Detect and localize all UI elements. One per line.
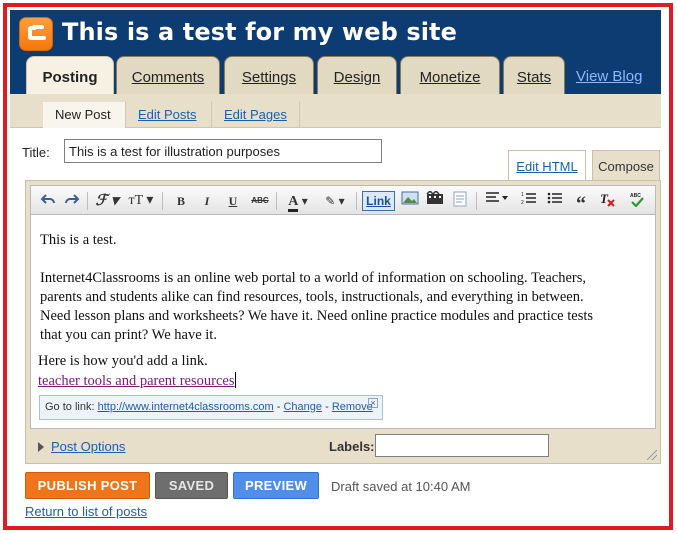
- svg-text:ABC: ABC: [630, 193, 641, 199]
- text-color-icon[interactable]: A ▾: [283, 191, 313, 212]
- title-label: Title:: [22, 145, 50, 160]
- blogger-logo-icon[interactable]: [19, 17, 53, 51]
- toolbar-separator: [162, 192, 163, 210]
- change-link[interactable]: Change: [283, 401, 322, 413]
- toolbar-separator: [356, 192, 357, 210]
- bubble-sep: -: [276, 401, 281, 413]
- link-button[interactable]: Link: [362, 191, 395, 211]
- subnav-edit-posts[interactable]: Edit Posts: [125, 102, 209, 128]
- remove-link[interactable]: Remove: [332, 401, 373, 413]
- tab-settings[interactable]: Settings: [224, 56, 314, 94]
- tab-stats[interactable]: Stats: [503, 56, 565, 94]
- bubble-sep: -: [325, 401, 329, 413]
- bullet-list-icon[interactable]: [545, 191, 565, 211]
- draft-status: Draft saved at 10:40 AM: [331, 479, 471, 494]
- link-bubble: Go to link: http://www.internet4classroo…: [39, 395, 383, 420]
- remove-formatting-icon[interactable]: T: [597, 191, 617, 211]
- tab-posting[interactable]: Posting: [26, 56, 114, 96]
- tab-monetize[interactable]: Monetize: [400, 56, 500, 94]
- return-to-posts-link[interactable]: Return to list of posts: [25, 504, 147, 519]
- post-options-link[interactable]: Post Options: [51, 439, 125, 454]
- editor-content-area[interactable]: This is a test. Internet4Classrooms is a…: [30, 215, 656, 429]
- highlight-icon[interactable]: ✎ ▾: [319, 191, 351, 211]
- toolbar-separator: [476, 192, 477, 210]
- editor-paragraph: Here is how you'd add a link.: [38, 353, 208, 369]
- italic-icon[interactable]: I: [199, 191, 215, 211]
- post-editor: ℱ ▾ ᴛT ▾ B I U ABC A ▾ ✎ ▾ Link 12 “ T A…: [25, 180, 661, 464]
- publish-post-button[interactable]: PUBLISH POST: [25, 472, 150, 499]
- text-caret: [235, 372, 237, 388]
- labels-input[interactable]: [375, 434, 549, 457]
- subnav-edit-pages[interactable]: Edit Pages: [211, 102, 299, 128]
- undo-icon[interactable]: [39, 191, 57, 211]
- image-icon[interactable]: [400, 191, 420, 211]
- go-to-link-label: Go to link:: [45, 401, 95, 413]
- editor-toolbar: ℱ ▾ ᴛT ▾ B I U ABC A ▾ ✎ ▾ Link 12 “ T A…: [30, 185, 656, 215]
- bold-icon[interactable]: B: [173, 191, 189, 211]
- subnav-new-post[interactable]: New Post: [43, 102, 125, 128]
- toolbar-separator: [87, 192, 88, 210]
- saved-button[interactable]: SAVED: [155, 472, 228, 499]
- svg-text:2: 2: [521, 200, 524, 205]
- post-title-input[interactable]: [64, 139, 382, 163]
- toolbar-separator: [276, 192, 277, 210]
- editor-paragraph: Internet4Classrooms is an online web por…: [40, 270, 594, 343]
- svg-text:1: 1: [521, 192, 524, 198]
- labels-label: Labels:: [329, 439, 375, 454]
- underline-icon[interactable]: U: [225, 191, 241, 211]
- tab-edit-html[interactable]: Edit HTML: [508, 150, 586, 181]
- preview-button[interactable]: PREVIEW: [233, 472, 319, 499]
- tab-compose[interactable]: Compose: [592, 150, 660, 181]
- hyperlink-text[interactable]: teacher tools and parent resources: [38, 373, 234, 389]
- quote-icon[interactable]: “: [571, 191, 591, 215]
- subnav-divider: [299, 102, 300, 128]
- link-url[interactable]: http://www.internet4classrooms.com: [98, 401, 274, 413]
- blog-title: This is a test for my web site: [62, 18, 457, 46]
- tab-comments[interactable]: Comments: [116, 56, 220, 94]
- strikethrough-icon[interactable]: ABC: [249, 191, 271, 211]
- close-icon[interactable]: ×: [368, 398, 378, 408]
- align-icon[interactable]: [483, 191, 511, 211]
- expand-triangle-icon[interactable]: [38, 442, 44, 452]
- editor-footer: Post Options Labels:: [26, 431, 660, 463]
- numbered-list-icon[interactable]: 12: [519, 191, 539, 211]
- tab-design[interactable]: Design: [317, 56, 397, 94]
- redo-icon[interactable]: [63, 191, 81, 211]
- font-size-icon[interactable]: ᴛT ▾: [125, 191, 157, 211]
- svg-text:T: T: [600, 191, 609, 206]
- posting-subnav: New Post Edit Posts Edit Pages: [10, 94, 661, 128]
- view-blog-link[interactable]: View Blog: [576, 68, 642, 85]
- resize-grip-icon[interactable]: [647, 450, 657, 460]
- video-icon[interactable]: [425, 189, 445, 211]
- jump-break-icon[interactable]: [450, 191, 470, 211]
- editor-hyperlink[interactable]: teacher tools and parent resources: [38, 372, 237, 390]
- font-icon[interactable]: ℱ ▾: [93, 191, 121, 211]
- editor-paragraph: This is a test.: [40, 232, 117, 248]
- spellcheck-icon[interactable]: ABC: [627, 191, 647, 211]
